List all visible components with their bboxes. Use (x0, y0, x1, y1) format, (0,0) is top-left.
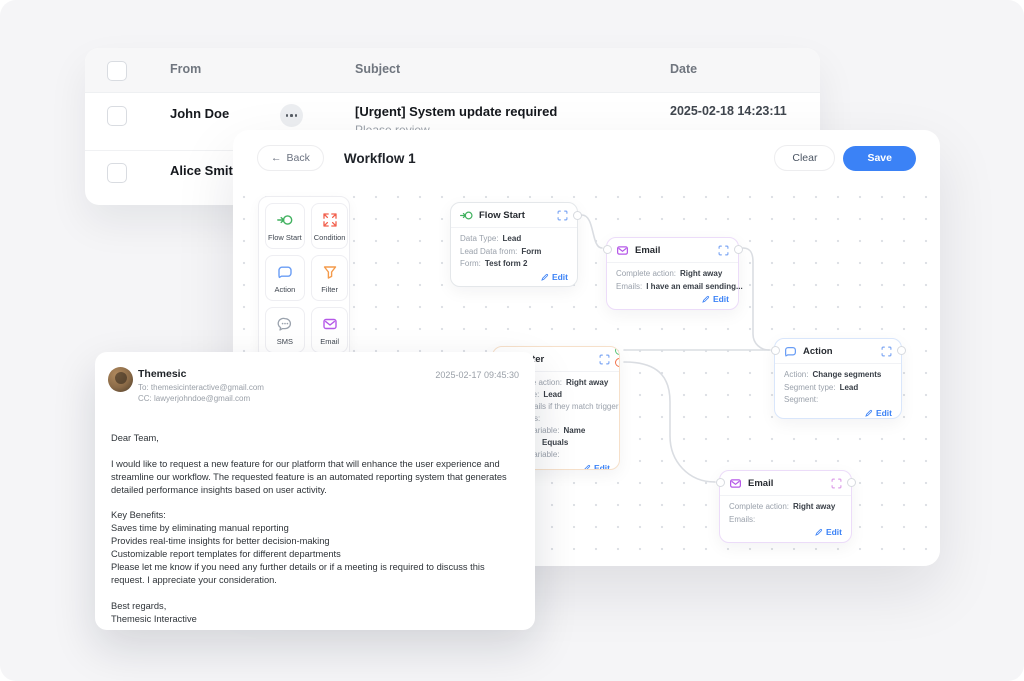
select-all-checkbox[interactable] (107, 61, 127, 81)
expand-node-icon[interactable] (557, 210, 568, 221)
node-email-top[interactable]: Email Complete action:Right away Emails:… (606, 237, 739, 310)
pencil-icon (815, 528, 823, 536)
mail-date: 2025-02-18 14:23:11 (670, 104, 787, 118)
palette-item-filter[interactable]: Filter (311, 255, 349, 301)
node-email-bottom[interactable]: Email Complete action:Right away Emails:… (719, 470, 852, 543)
connector-email-action (743, 248, 769, 350)
filter-icon (322, 264, 338, 280)
input-port[interactable] (771, 346, 780, 355)
back-button[interactable]: ← Back (257, 145, 324, 171)
expand-node-icon[interactable] (831, 478, 842, 489)
output-port[interactable] (897, 346, 906, 355)
input-port[interactable] (603, 245, 612, 254)
expand-node-icon[interactable] (718, 245, 729, 256)
column-from: From (170, 62, 201, 76)
sender-name: John Doe (170, 106, 229, 121)
email-list-header-row: From Subject Date (85, 48, 820, 93)
palette-item-email[interactable]: Email (311, 307, 349, 353)
avatar (108, 367, 133, 392)
output-port[interactable] (734, 245, 743, 254)
preview-datetime: 2025-02-17 09:45:30 (435, 370, 519, 380)
action-icon (277, 264, 293, 280)
preview-body-text: Dear Team, I would like to request a new… (111, 432, 519, 626)
mail-subject: [Urgent] System update required (355, 104, 557, 119)
preview-to-line: To: themesicinteractive@gmail.com (138, 383, 264, 392)
row-checkbox[interactable] (107, 163, 127, 183)
expand-node-icon[interactable] (881, 346, 892, 357)
email-preview-card: Themesic To: themesicinteractive@gmail.c… (95, 352, 535, 630)
row-checkbox[interactable] (107, 106, 127, 126)
email-icon (616, 244, 629, 257)
column-date: Date (670, 62, 697, 76)
column-subject: Subject (355, 62, 400, 76)
edit-node-link[interactable]: Edit (784, 408, 892, 418)
save-button[interactable]: Save (843, 146, 916, 171)
flow-start-icon (277, 212, 293, 228)
node-flow-start[interactable]: Flow Start Data Type:Lead Lead Data from… (450, 202, 578, 287)
expand-node-icon[interactable] (599, 354, 610, 365)
false-output-port[interactable] (615, 358, 620, 367)
pencil-icon (702, 295, 710, 303)
pencil-icon (865, 409, 873, 417)
palette-item-sms[interactable]: SMS (265, 307, 305, 353)
back-arrow-icon: ← (271, 152, 282, 164)
pencil-icon (541, 273, 549, 281)
email-icon (729, 477, 742, 490)
dots-icon (286, 114, 288, 117)
workflow-toolbar: ← Back Workflow 1 Clear Save (233, 130, 940, 186)
palette-item-condition[interactable]: Condition (311, 203, 349, 249)
preview-cc-line: CC: lawyerjohndoe@gmail.com (138, 394, 250, 403)
node-action[interactable]: Action Action:Change segments Segment ty… (774, 338, 902, 419)
sms-icon (277, 316, 293, 332)
clear-button[interactable]: Clear (774, 145, 835, 171)
palette-item-action[interactable]: Action (265, 255, 305, 301)
pencil-icon (583, 464, 591, 470)
action-icon (784, 345, 797, 358)
palette-item-flow-start[interactable]: Flow Start (265, 203, 305, 249)
edit-node-link[interactable]: Edit (460, 272, 568, 282)
page: From Subject Date John Doe [Urgent] Syst… (0, 0, 1024, 681)
more-actions-button[interactable] (280, 104, 303, 127)
email-icon (322, 316, 338, 332)
edit-node-link[interactable]: Edit (729, 527, 842, 537)
output-port[interactable] (847, 478, 856, 487)
edit-node-link[interactable]: Edit (616, 294, 729, 304)
node-palette: Flow Start Condition Action (258, 196, 350, 360)
page-title: Workflow 1 (344, 151, 416, 166)
connector-flowstart-email (582, 215, 602, 248)
input-port[interactable] (716, 478, 725, 487)
flow-start-icon (460, 209, 473, 222)
output-port[interactable] (573, 211, 582, 220)
preview-sender-name: Themesic (138, 368, 186, 380)
connector-filter-false-email (624, 362, 715, 482)
condition-icon (322, 212, 338, 228)
sender-name: Alice Smith (170, 163, 241, 178)
